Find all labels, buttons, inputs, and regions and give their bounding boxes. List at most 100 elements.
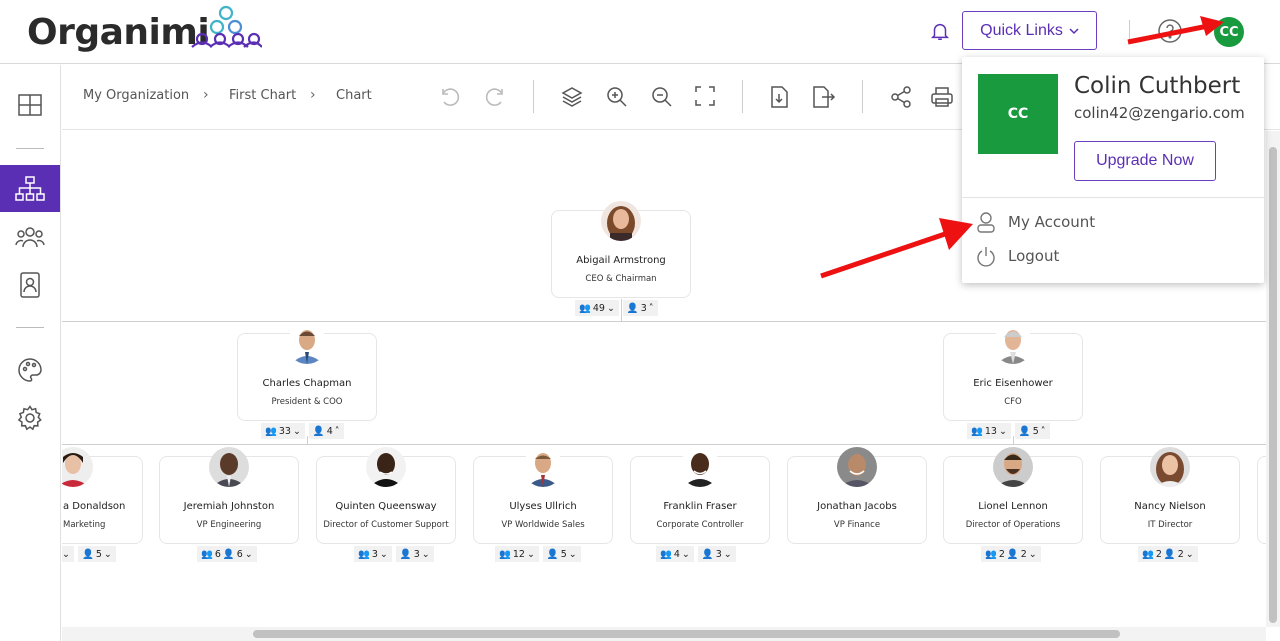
top-header: Organimi Quick Links CC	[0, 0, 1280, 64]
org-node-level2[interactable]: Franklin Fraser Corporate Controller	[630, 447, 770, 544]
direct-count-value: 5	[95, 548, 102, 560]
person-photo	[993, 447, 1033, 487]
vertical-scrollbar[interactable]	[1266, 131, 1280, 627]
org-node-level2[interactable]: Jonathan Jacobs VP Finance	[787, 447, 927, 544]
team-count-value: 2	[998, 548, 1005, 560]
org-node-level2[interactable]: Nancy Nielson IT Director	[1100, 447, 1240, 544]
quick-links-button[interactable]: Quick Links	[962, 11, 1097, 50]
person-name: Ulyses Ullrich	[509, 501, 577, 512]
team-count[interactable]: 👥 13 ⌄	[967, 423, 1011, 439]
sidebar-item-dashboard[interactable]	[0, 81, 60, 128]
scrollbar-thumb[interactable]	[1269, 147, 1277, 623]
scrollbar-thumb[interactable]	[253, 630, 1120, 638]
sidebar-item-settings[interactable]	[0, 394, 60, 441]
chevron-down-icon	[1069, 27, 1079, 34]
org-node-level2[interactable]: Ulyses Ullrich VP Worldwide Sales	[473, 447, 613, 544]
node-counts: 👥 49 ⌄ 👤 3 ˄	[575, 300, 658, 316]
org-node-level1[interactable]: Charles Chapman President & COO	[237, 324, 377, 421]
help-icon[interactable]	[1157, 18, 1183, 44]
team-count[interactable]: 👥 2 👤 2 ⌄	[1138, 546, 1198, 562]
org-node-level2[interactable]: Quinten Queensway Director of Customer S…	[316, 447, 456, 544]
node-counts: 👥 4 ⌄ 👤 3 ⌄	[656, 546, 736, 562]
team-count[interactable]: 👥 4 ⌄	[656, 546, 694, 562]
team-count[interactable]: 👥 12 ⌄	[495, 546, 539, 562]
bell-icon[interactable]	[929, 20, 951, 42]
redo-icon[interactable]	[483, 85, 507, 109]
person-photo	[366, 447, 406, 487]
org-node-level2[interactable]: a Donaldson Marketing	[62, 447, 143, 544]
org-node-level2[interactable]: Lionel Lennon Director of Operations	[943, 447, 1083, 544]
direct-count[interactable]: 👤 5 ˄	[1014, 423, 1050, 439]
toolbar-divider	[862, 80, 863, 113]
team-count-value: 3	[371, 548, 378, 560]
import-file-icon[interactable]	[768, 85, 790, 109]
upgrade-now-button[interactable]: Upgrade Now	[1074, 141, 1216, 181]
export-icon[interactable]	[810, 85, 836, 109]
direct-count[interactable]: 👤 4 ˄	[308, 423, 344, 439]
direct-count-value: 2	[1020, 548, 1027, 560]
node-counts: 👥 12 ⌄ 👤 5 ⌄	[495, 546, 581, 562]
breadcrumb-first-chart[interactable]: First Chart	[229, 88, 296, 103]
team-count[interactable]: 👥 6 👤 6 ⌄	[197, 546, 257, 562]
node-counts: 👥 13 ⌄ 👤 5 ˄	[967, 423, 1050, 439]
person-name: Franklin Fraser	[663, 501, 737, 512]
fit-screen-icon[interactable]	[694, 85, 716, 107]
logout-label: Logout	[1008, 247, 1060, 265]
sidebar-divider	[16, 327, 44, 328]
breadcrumb-chevron-icon: ›	[203, 87, 209, 103]
org-node-ceo[interactable]: Abigail Armstrong CEO & Chairman	[551, 201, 691, 298]
quick-links-label: Quick Links	[980, 21, 1063, 39]
sidebar	[0, 65, 61, 641]
user-avatar: CC	[978, 74, 1058, 154]
person-title: VP Worldwide Sales	[501, 520, 585, 530]
team-count[interactable]: 👥 33 ⌄	[261, 423, 305, 439]
breadcrumb-chart: Chart	[336, 88, 372, 103]
person-name: Quinten Queensway	[335, 501, 437, 512]
share-icon[interactable]	[889, 85, 913, 109]
zoom-out-icon[interactable]	[650, 85, 674, 109]
people-icon	[15, 226, 45, 247]
team-count[interactable]: 👥 2 👤 2 ⌄	[981, 546, 1041, 562]
sidebar-item-people[interactable]	[0, 213, 60, 260]
org-node-level2[interactable]: Jeremiah Johnston VP Engineering	[159, 447, 299, 544]
direct-count-value: 5	[1032, 425, 1039, 437]
print-icon[interactable]	[930, 85, 954, 109]
org-node-level1[interactable]: Eric Eisenhower CFO	[943, 324, 1083, 421]
team-count[interactable]: ⌄	[62, 546, 74, 562]
person-title: IT Director	[1147, 520, 1193, 530]
person-title: Corporate Controller	[656, 520, 744, 530]
node-counts: 👥 2 👤 2 ⌄	[1138, 546, 1198, 562]
my-account-label: My Account	[1008, 213, 1096, 231]
sidebar-item-directory[interactable]	[0, 261, 60, 308]
direct-count[interactable]: 👤 5 ⌄	[77, 546, 116, 562]
connector-line	[62, 444, 1266, 445]
person-name: Jonathan Jacobs	[817, 501, 897, 512]
sidebar-item-org-chart[interactable]	[0, 165, 60, 212]
direct-count-value: 6	[236, 548, 243, 560]
direct-count[interactable]: 👤 3 ⌄	[395, 546, 434, 562]
horizontal-scrollbar[interactable]	[62, 627, 1266, 641]
team-count[interactable]: 👥 3 ⌄	[354, 546, 392, 562]
user-avatar-button[interactable]: CC	[1214, 17, 1244, 47]
direct-count[interactable]: 👤 5 ⌄	[542, 546, 581, 562]
direct-count-value: 4	[326, 425, 333, 437]
sidebar-divider	[16, 148, 44, 149]
layers-icon[interactable]	[560, 85, 584, 109]
sidebar-item-themes[interactable]	[0, 346, 60, 393]
person-name: Lionel Lennon	[978, 501, 1048, 512]
undo-icon[interactable]	[438, 85, 462, 109]
direct-count[interactable]: 👤 3 ˄	[622, 300, 658, 316]
logout-menu-item[interactable]: Logout	[976, 245, 1059, 267]
user-icon	[977, 212, 995, 233]
my-account-menu-item[interactable]: My Account	[976, 211, 1095, 233]
person-photo	[680, 447, 720, 487]
team-count[interactable]: 👥 49 ⌄	[575, 300, 619, 316]
node-counts: 👥 33 ⌄ 👤 4 ˄	[261, 423, 344, 439]
org-node-level2-partial[interactable]	[1257, 456, 1266, 544]
direct-count[interactable]: 👤 3 ⌄	[697, 546, 736, 562]
grid-icon	[18, 93, 42, 116]
breadcrumb-my-organization[interactable]: My Organization	[83, 88, 189, 103]
person-name: Eric Eisenhower	[973, 378, 1053, 389]
zoom-in-icon[interactable]	[605, 85, 629, 109]
logo-text: Organimi	[27, 12, 210, 53]
